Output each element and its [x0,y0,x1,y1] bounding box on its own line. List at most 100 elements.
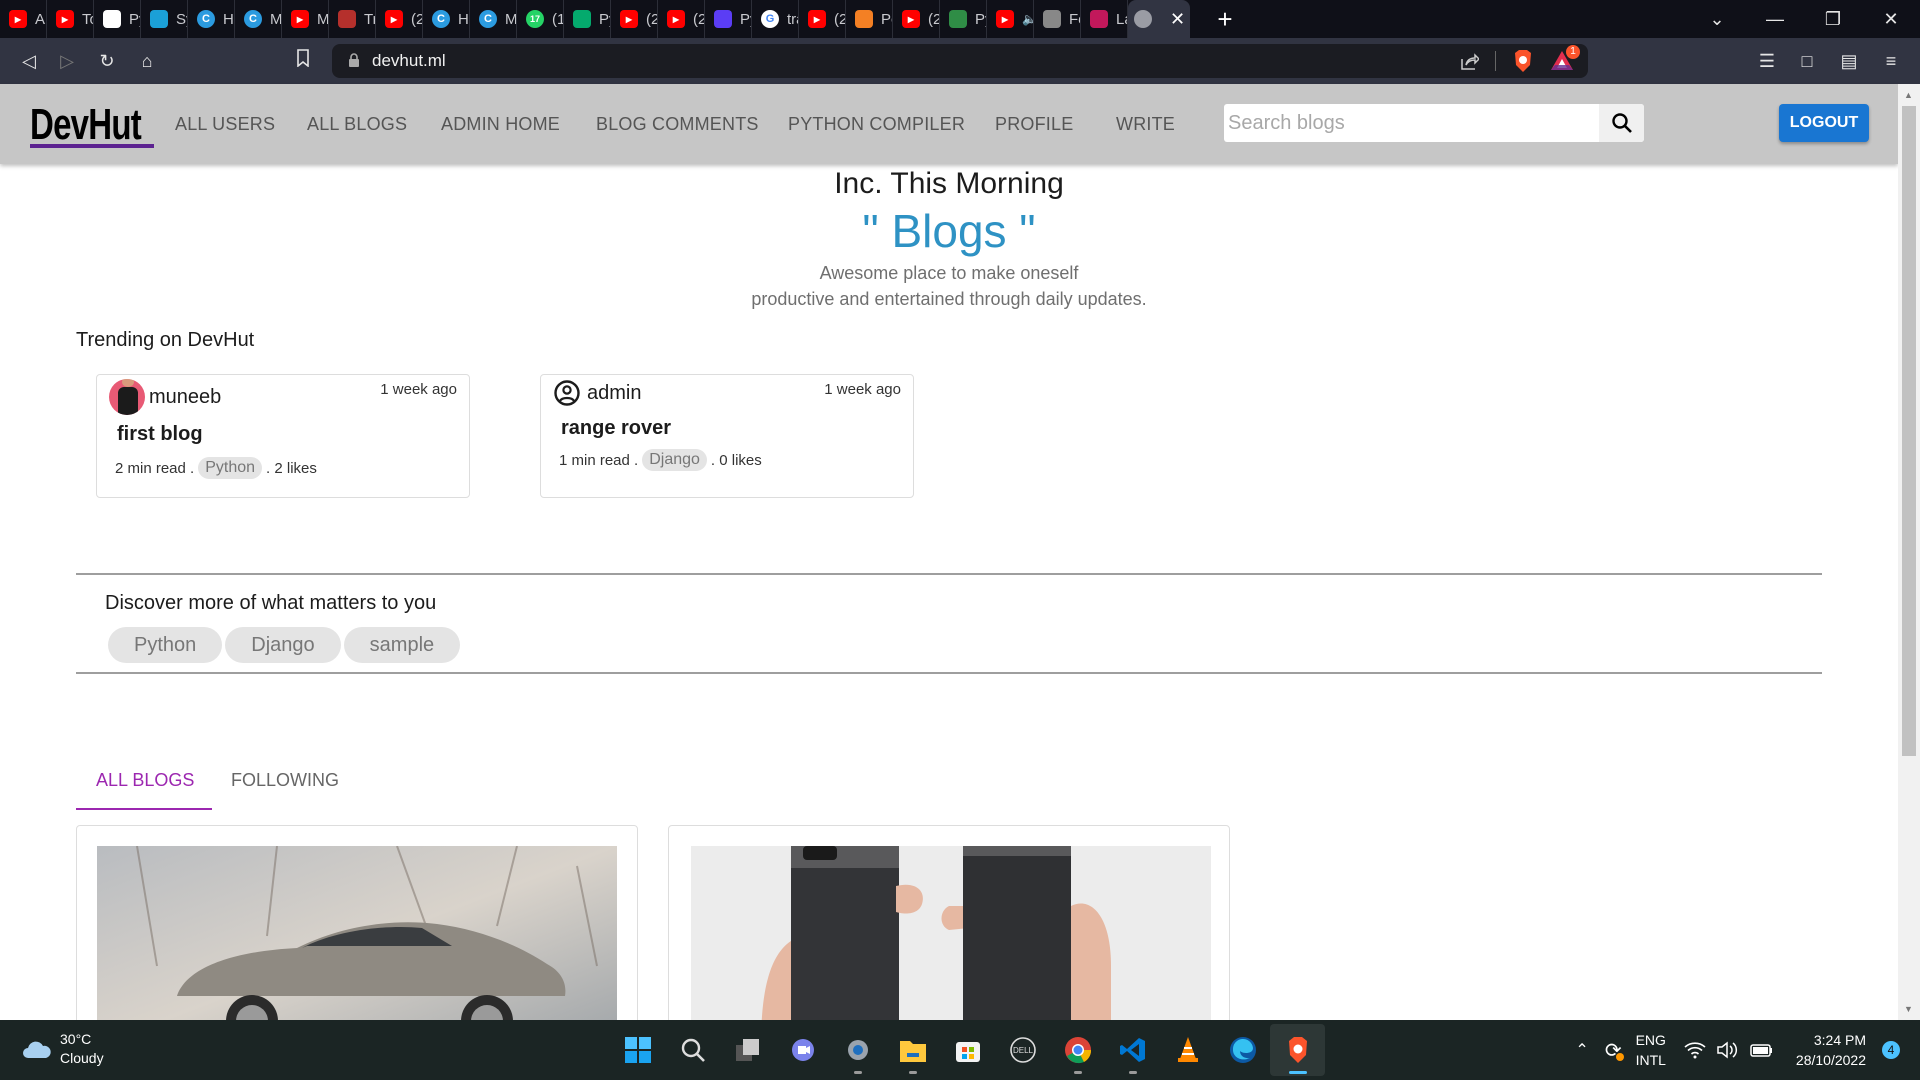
taskbar-app-vscode[interactable] [1105,1024,1160,1076]
tab-search-chevron-icon[interactable]: ⌄ [1688,9,1746,30]
weather-widget[interactable]: 30°C Cloudy [22,1030,104,1068]
tab-following[interactable]: FOLLOWING [231,770,339,791]
notification-badge[interactable]: 4 [1882,1041,1900,1059]
browser-tab[interactable]: ▶ Me [282,0,329,38]
browser-tab[interactable]: ▶🔈 [987,0,1034,38]
maximize-button[interactable]: ❐ [1804,9,1862,30]
taskbar-app-edge[interactable] [1215,1024,1270,1076]
back-button[interactable]: ◁ [16,48,42,74]
brave-rewards-button[interactable]: 1 [1550,45,1580,73]
browser-tab[interactable]: ▶ Abc [0,0,47,38]
taskbar-app-brave[interactable] [1270,1024,1325,1076]
browser-tab[interactable]: Gtrar [752,0,799,38]
nav-profile[interactable]: PROFILE [995,114,1073,135]
browser-tab[interactable]: ▶ (24) [799,0,846,38]
browser-tab[interactable]: Pyt [564,0,611,38]
reload-button[interactable]: ↻ [94,48,120,74]
blog-card[interactable] [76,825,638,1035]
taskbar-app-chrome[interactable] [1050,1024,1105,1076]
browser-tab[interactable]: Pyt [94,0,141,38]
language-indicator[interactable]: ENG INTL [1636,1030,1666,1070]
taskbar-app-file-explorer[interactable] [885,1024,940,1076]
card-author[interactable]: admin [553,379,641,407]
scroll-up-arrow-icon[interactable]: ▲ [1904,90,1913,100]
nav-python-compiler[interactable]: PYTHON COMPILER [788,114,965,135]
browser-tab[interactable]: C Hor [188,0,235,38]
card-title[interactable]: first blog [117,423,203,446]
browser-tab[interactable]: Pop [846,0,893,38]
browser-tab[interactable]: Lap [1081,0,1128,38]
browser-tab[interactable]: ▶ (24) [893,0,940,38]
taskbar-app-settings[interactable] [830,1024,885,1076]
brave-shields-icon[interactable] [1512,49,1534,73]
nav-blog-comments[interactable]: BLOG COMMENTS [596,114,759,135]
trending-card[interactable]: admin 1 week ago range rover 1 min read … [540,374,914,498]
bookmark-button[interactable] [290,48,316,74]
nav-all-users[interactable]: ALL USERS [175,114,275,135]
author-name[interactable]: muneeb [149,386,221,409]
home-button[interactable]: ⌂ [134,48,160,74]
tag-chip-python[interactable]: Python [108,627,223,663]
browser-tab[interactable]: C Min [470,0,517,38]
browser-tab[interactable]: C Hor [423,0,470,38]
taskbar-app-dell[interactable]: DELL [995,1024,1050,1076]
taskbar-app-start[interactable] [610,1024,665,1076]
wallet-button[interactable]: ▤ [1836,48,1862,74]
browser-tab[interactable]: Syn [141,0,188,38]
browser-tab[interactable]: 17 (17) [517,0,564,38]
battery-icon[interactable] [1750,1042,1774,1058]
browser-tab[interactable]: Pyt [705,0,752,38]
forward-button[interactable]: ▷ [54,48,80,74]
blog-card[interactable] [668,825,1230,1035]
logout-button[interactable]: LOGOUT [1779,104,1869,142]
taskbar-app-task-view[interactable] [720,1024,775,1076]
playlist-button[interactable]: ☰ [1754,48,1780,74]
browser-tab[interactable]: ▶ Top [47,0,94,38]
clock[interactable]: 3:24 PM 28/10/2022 [1796,1030,1866,1070]
nav-all-blogs[interactable]: ALL BLOGS [307,114,407,135]
nav-write[interactable]: WRITE [1116,114,1175,135]
site-logo[interactable]: DevHut [30,100,142,150]
tag-chip[interactable]: Python [198,457,263,479]
card-author[interactable]: muneeb [109,379,221,415]
author-name[interactable]: admin [587,382,641,405]
new-tab-button[interactable]: + [1210,4,1240,35]
trending-card[interactable]: muneeb 1 week ago first blog 2 min read … [96,374,470,498]
tag-chip-django[interactable]: Django [225,627,341,663]
close-tab-icon[interactable]: ✕ [1170,9,1185,30]
search-button[interactable] [1599,104,1644,142]
card-title[interactable]: range rover [561,417,671,440]
taskbar-app-microsoft-store[interactable] [940,1024,995,1076]
tab-all-blogs[interactable]: ALL BLOGS [96,770,194,791]
search-input[interactable] [1224,104,1599,142]
taskbar-app-vlc[interactable] [1160,1024,1215,1076]
browser-tab[interactable]: Trai [329,0,376,38]
volume-icon[interactable] [1716,1041,1740,1059]
taskbar-app-search[interactable] [665,1024,720,1076]
scroll-down-arrow-icon[interactable]: ▼ [1904,1004,1913,1014]
show-hidden-icons-chevron-icon[interactable]: ⌃ [1575,1040,1588,1060]
scrollbar-thumb[interactable] [1902,106,1916,756]
url-text[interactable]: devhut.ml [372,51,446,71]
browser-tab[interactable]: ▶ (24) [611,0,658,38]
blog-cover-image-phones[interactable] [691,846,1211,1034]
tag-chip-sample[interactable]: sample [343,627,461,663]
close-window-button[interactable]: ✕ [1862,9,1920,30]
blog-cover-image-car[interactable] [97,846,617,1034]
speaker-icon[interactable]: 🔈 [1022,12,1033,26]
page-scrollbar[interactable]: ▲ ▼ [1898,84,1920,1020]
browser-tab[interactable]: C Min [235,0,282,38]
share-icon[interactable] [1459,51,1479,71]
browser-tab[interactable]: Fea [1034,0,1081,38]
menu-button[interactable]: ≡ [1878,48,1904,74]
sidebar-button[interactable]: □ [1794,48,1820,74]
wifi-icon[interactable] [1684,1041,1706,1059]
address-bar[interactable]: devhut.ml 1 [332,44,1588,78]
minimize-button[interactable]: — [1746,9,1804,30]
browser-tab[interactable]: ▶ (24) [376,0,423,38]
taskbar-app-teams-chat[interactable] [775,1024,830,1076]
browser-tab-active[interactable]: ✕ [1128,0,1190,38]
tag-chip[interactable]: Django [642,449,707,471]
browser-tab[interactable]: ▶ (24) [658,0,705,38]
nav-admin-home[interactable]: ADMIN HOME [441,114,560,135]
